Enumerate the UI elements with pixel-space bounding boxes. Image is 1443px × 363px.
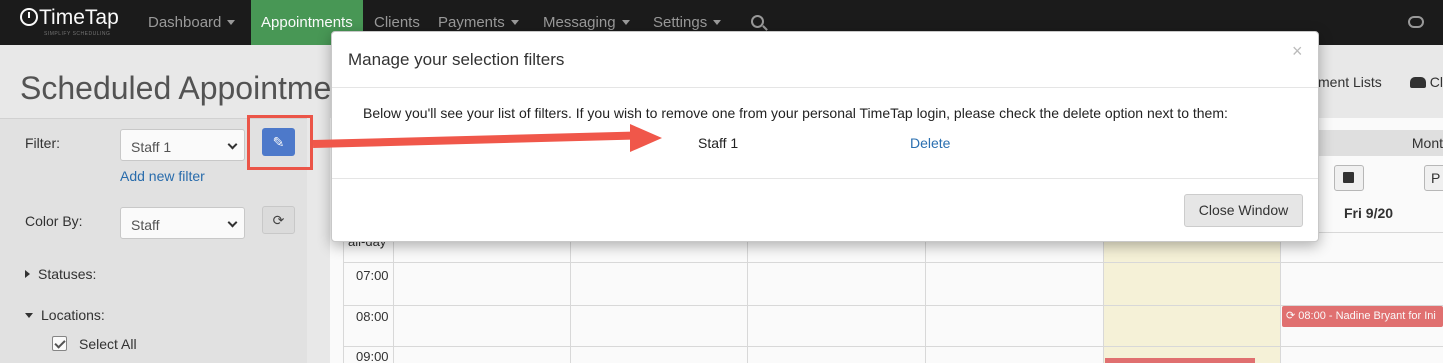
close-window-button[interactable]: Close Window	[1184, 194, 1303, 227]
annotation-arrow-head	[630, 124, 662, 152]
delete-filter-link[interactable]: Delete	[910, 135, 950, 151]
divider	[332, 178, 1318, 179]
modal-instructions: Below you'll see your list of filters. I…	[363, 105, 1228, 121]
divider	[332, 87, 1318, 88]
close-icon[interactable]: ×	[1292, 41, 1303, 62]
modal-title: Manage your selection filters	[348, 50, 565, 69]
filter-name: Staff 1	[698, 135, 739, 151]
